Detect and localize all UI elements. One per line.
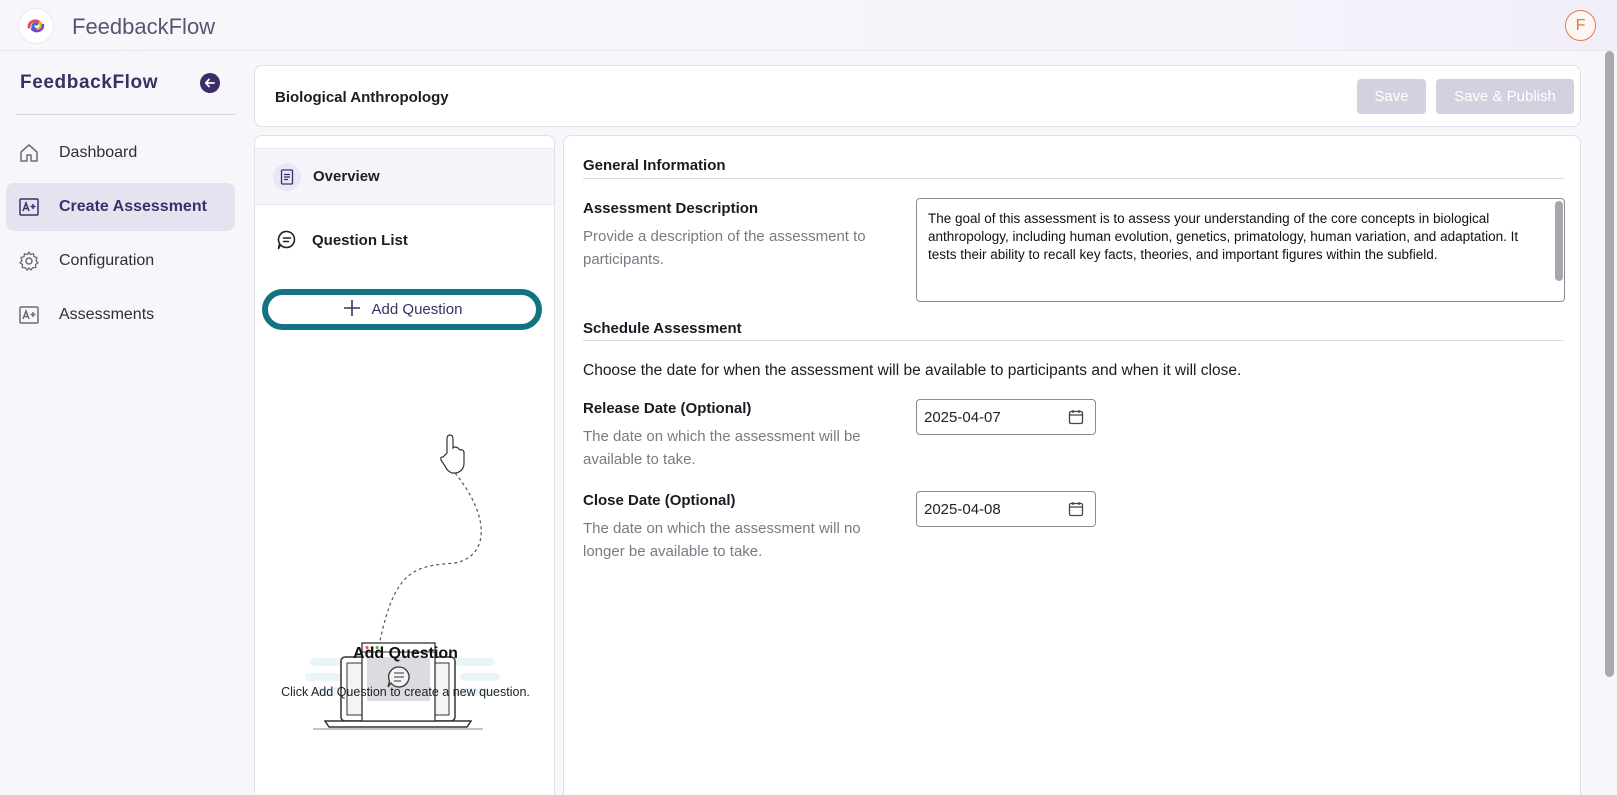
release-date-value: 2025-04-07 — [924, 409, 1001, 426]
schedule-description: Choose the date for when the assessment … — [583, 362, 1242, 379]
sidebar-item-label: Assessments — [59, 306, 155, 323]
sidebar-item-dashboard[interactable]: Dashboard — [6, 129, 235, 177]
close-date-value: 2025-04-08 — [924, 501, 1001, 518]
feedbackflow-logo-icon[interactable] — [19, 9, 53, 43]
assessment-header: Biological Anthropology Save Save & Publ… — [254, 65, 1581, 127]
textarea-scrollbar[interactable] — [1555, 201, 1563, 281]
document-icon — [273, 163, 301, 191]
schedule-assessment-heading: Schedule Assessment — [583, 320, 742, 337]
calendar-icon[interactable] — [1067, 408, 1085, 426]
calendar-icon[interactable] — [1067, 500, 1085, 518]
save-publish-button[interactable]: Save & Publish — [1436, 79, 1574, 114]
close-date-label: Close Date (Optional) — [583, 492, 736, 509]
sidebar-item-label: Create Assessment — [59, 198, 207, 215]
page-scrollbar[interactable] — [1605, 51, 1614, 677]
sidebar-item-label: Dashboard — [59, 144, 138, 161]
arrow-left-icon[interactable] — [200, 73, 220, 93]
sidebar: FeedbackFlow Dashboard Create Assessment — [0, 51, 240, 795]
assessment-nav-panel: Overview Question List Add Question Add … — [254, 135, 555, 795]
sidebar-divider — [16, 114, 235, 115]
sidebar-item-configuration[interactable]: Configuration — [6, 237, 235, 285]
app-title: FeedbackFlow — [72, 14, 216, 39]
sidebar-item-assessments[interactable]: Assessments — [6, 291, 235, 339]
empty-state-subtitle: Click Add Question to create a new quest… — [281, 685, 530, 699]
release-date-label: Release Date (Optional) — [583, 400, 752, 417]
empty-state-illustration — [305, 434, 500, 730]
nav-item-question-list[interactable]: Question List — [255, 213, 554, 269]
top-bar: FeedbackFlow F — [0, 0, 1617, 51]
empty-state-title: Add Question — [353, 645, 458, 662]
user-avatar[interactable]: F — [1565, 10, 1596, 41]
close-date-help: The date on which the assessment will no… — [583, 520, 861, 560]
sidebar-item-create-assessment[interactable]: Create Assessment — [6, 183, 235, 231]
description-textarea[interactable]: The goal of this assessment is to assess… — [916, 198, 1565, 302]
description-value: The goal of this assessment is to assess… — [928, 211, 1519, 262]
close-date-input[interactable]: 2025-04-08 — [916, 491, 1096, 527]
chat-bubble-icon — [275, 228, 299, 252]
general-information-heading: General Information — [583, 157, 726, 174]
release-date-help: The date on which the assessment will be… — [583, 428, 861, 468]
nav-item-label: Question List — [312, 232, 408, 249]
assessment-title: Biological Anthropology — [275, 89, 449, 106]
sidebar-brand: FeedbackFlow — [20, 72, 159, 93]
description-label: Assessment Description — [583, 200, 759, 217]
section-divider — [583, 178, 1564, 179]
gear-icon — [18, 250, 40, 272]
nav-item-overview[interactable]: Overview — [255, 148, 554, 205]
overview-form: General Information Assessment Descripti… — [563, 135, 1581, 795]
save-button[interactable]: Save — [1357, 79, 1426, 114]
sidebar-item-label: Configuration — [59, 252, 155, 269]
a-plus-icon — [18, 304, 40, 326]
nav-item-label: Overview — [313, 168, 380, 185]
section-divider — [583, 340, 1564, 341]
description-help: Provide a description of the assessment … — [583, 228, 866, 268]
release-date-input[interactable]: 2025-04-07 — [916, 399, 1096, 435]
home-icon — [18, 142, 40, 164]
a-plus-icon — [18, 196, 40, 218]
